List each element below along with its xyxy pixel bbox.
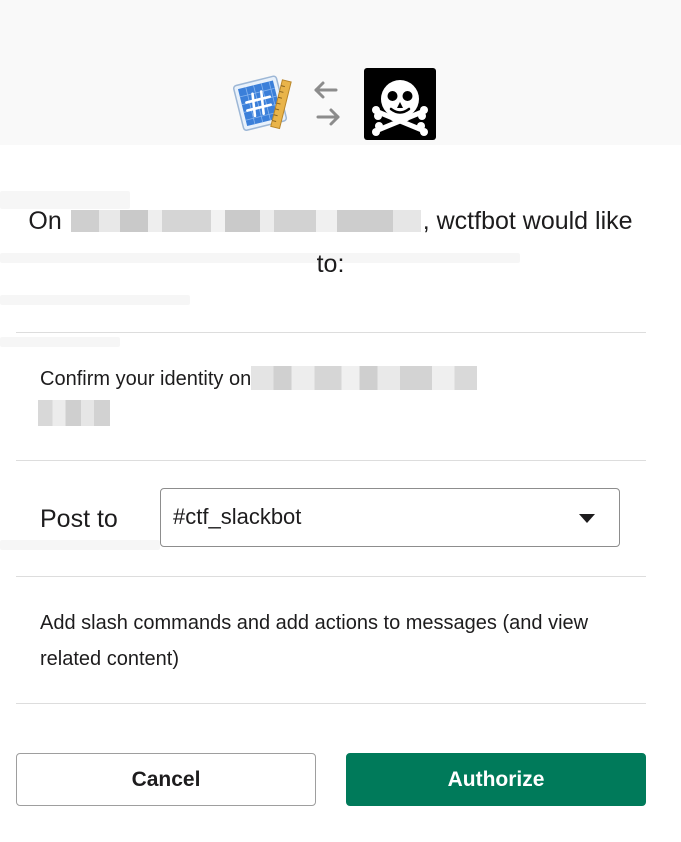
- oauth-authorize-page: On , wctfbot would like to: Confirm your…: [0, 0, 681, 842]
- authorize-title: On , wctfbot would like to:: [20, 200, 641, 286]
- permission-identity: Confirm your identity on: [38, 362, 640, 426]
- section-divider: [16, 576, 646, 577]
- background-ghost-text: [0, 337, 120, 347]
- authorize-button[interactable]: Authorize: [346, 753, 646, 806]
- permission-slash-commands: Add slash commands and add actions to me…: [40, 612, 589, 670]
- channel-select-value: #ctf_slackbot: [173, 504, 302, 529]
- cancel-button[interactable]: Cancel: [16, 753, 316, 806]
- app-connection-header: [228, 68, 438, 140]
- bot-avatar: [364, 68, 436, 140]
- redacted-workspace-url: [251, 366, 478, 390]
- title-prefix: On: [28, 207, 62, 235]
- section-divider: [16, 460, 646, 461]
- skull-crossbones-icon: [372, 80, 428, 136]
- redacted-workspace-url-continued: [38, 400, 110, 426]
- background-ghost-text: [0, 295, 190, 305]
- blueprint-hash-icon: [233, 75, 292, 131]
- channel-select[interactable]: #ctf_slackbot: [160, 488, 620, 547]
- swap-arrows-icon: [314, 81, 340, 126]
- background-ghost-text: [0, 540, 160, 550]
- section-divider: [16, 703, 646, 704]
- identity-text: Confirm your identity on: [40, 368, 252, 390]
- section-divider: [16, 332, 646, 333]
- caret-down-icon[interactable]: [579, 514, 595, 523]
- redacted-workspace-name: [70, 210, 421, 232]
- post-to-label: Post to: [40, 505, 118, 533]
